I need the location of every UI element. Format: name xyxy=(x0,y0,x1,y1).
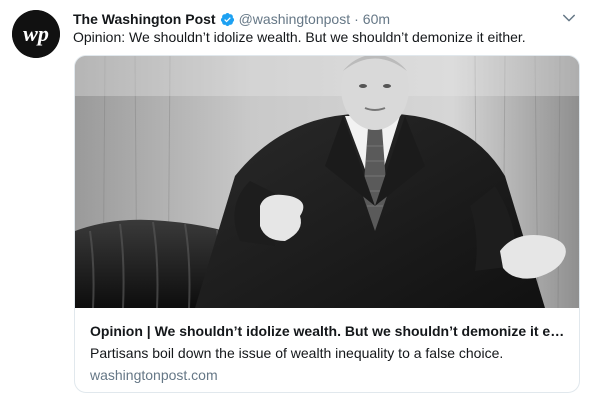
author-avatar[interactable]: wp xyxy=(12,10,60,58)
link-card-domain: washingtonpost.com xyxy=(90,366,218,384)
link-card[interactable]: Opinion | We shouldn’t idolize wealth. B… xyxy=(74,55,580,393)
tweet-timestamp[interactable]: 60m xyxy=(363,10,390,28)
link-card-domain-text: washingtonpost.com xyxy=(90,367,218,383)
chevron-down-icon[interactable] xyxy=(560,9,578,27)
verified-badge-icon xyxy=(220,12,234,26)
man-in-suit-photo xyxy=(75,56,579,308)
author-display-name[interactable]: The Washington Post xyxy=(73,10,216,28)
washington-post-logo-icon: wp xyxy=(12,10,60,58)
link-card-image[interactable] xyxy=(75,56,579,308)
header-separator: · xyxy=(354,11,359,27)
tweet-header: The Washington Post @washingtonpost · 60… xyxy=(73,10,570,28)
svg-text:wp: wp xyxy=(23,21,49,46)
link-card-description: Partisans boil down the issue of wealth … xyxy=(90,345,504,361)
author-handle[interactable]: @washingtonpost xyxy=(239,10,351,28)
tweet-text: Opinion: We shouldn’t idolize wealth. Bu… xyxy=(73,29,526,45)
link-card-title[interactable]: Opinion | We shouldn’t idolize wealth. B… xyxy=(90,322,570,340)
tweet[interactable]: wp The Washington Post @washingtonpost ·… xyxy=(0,0,590,407)
